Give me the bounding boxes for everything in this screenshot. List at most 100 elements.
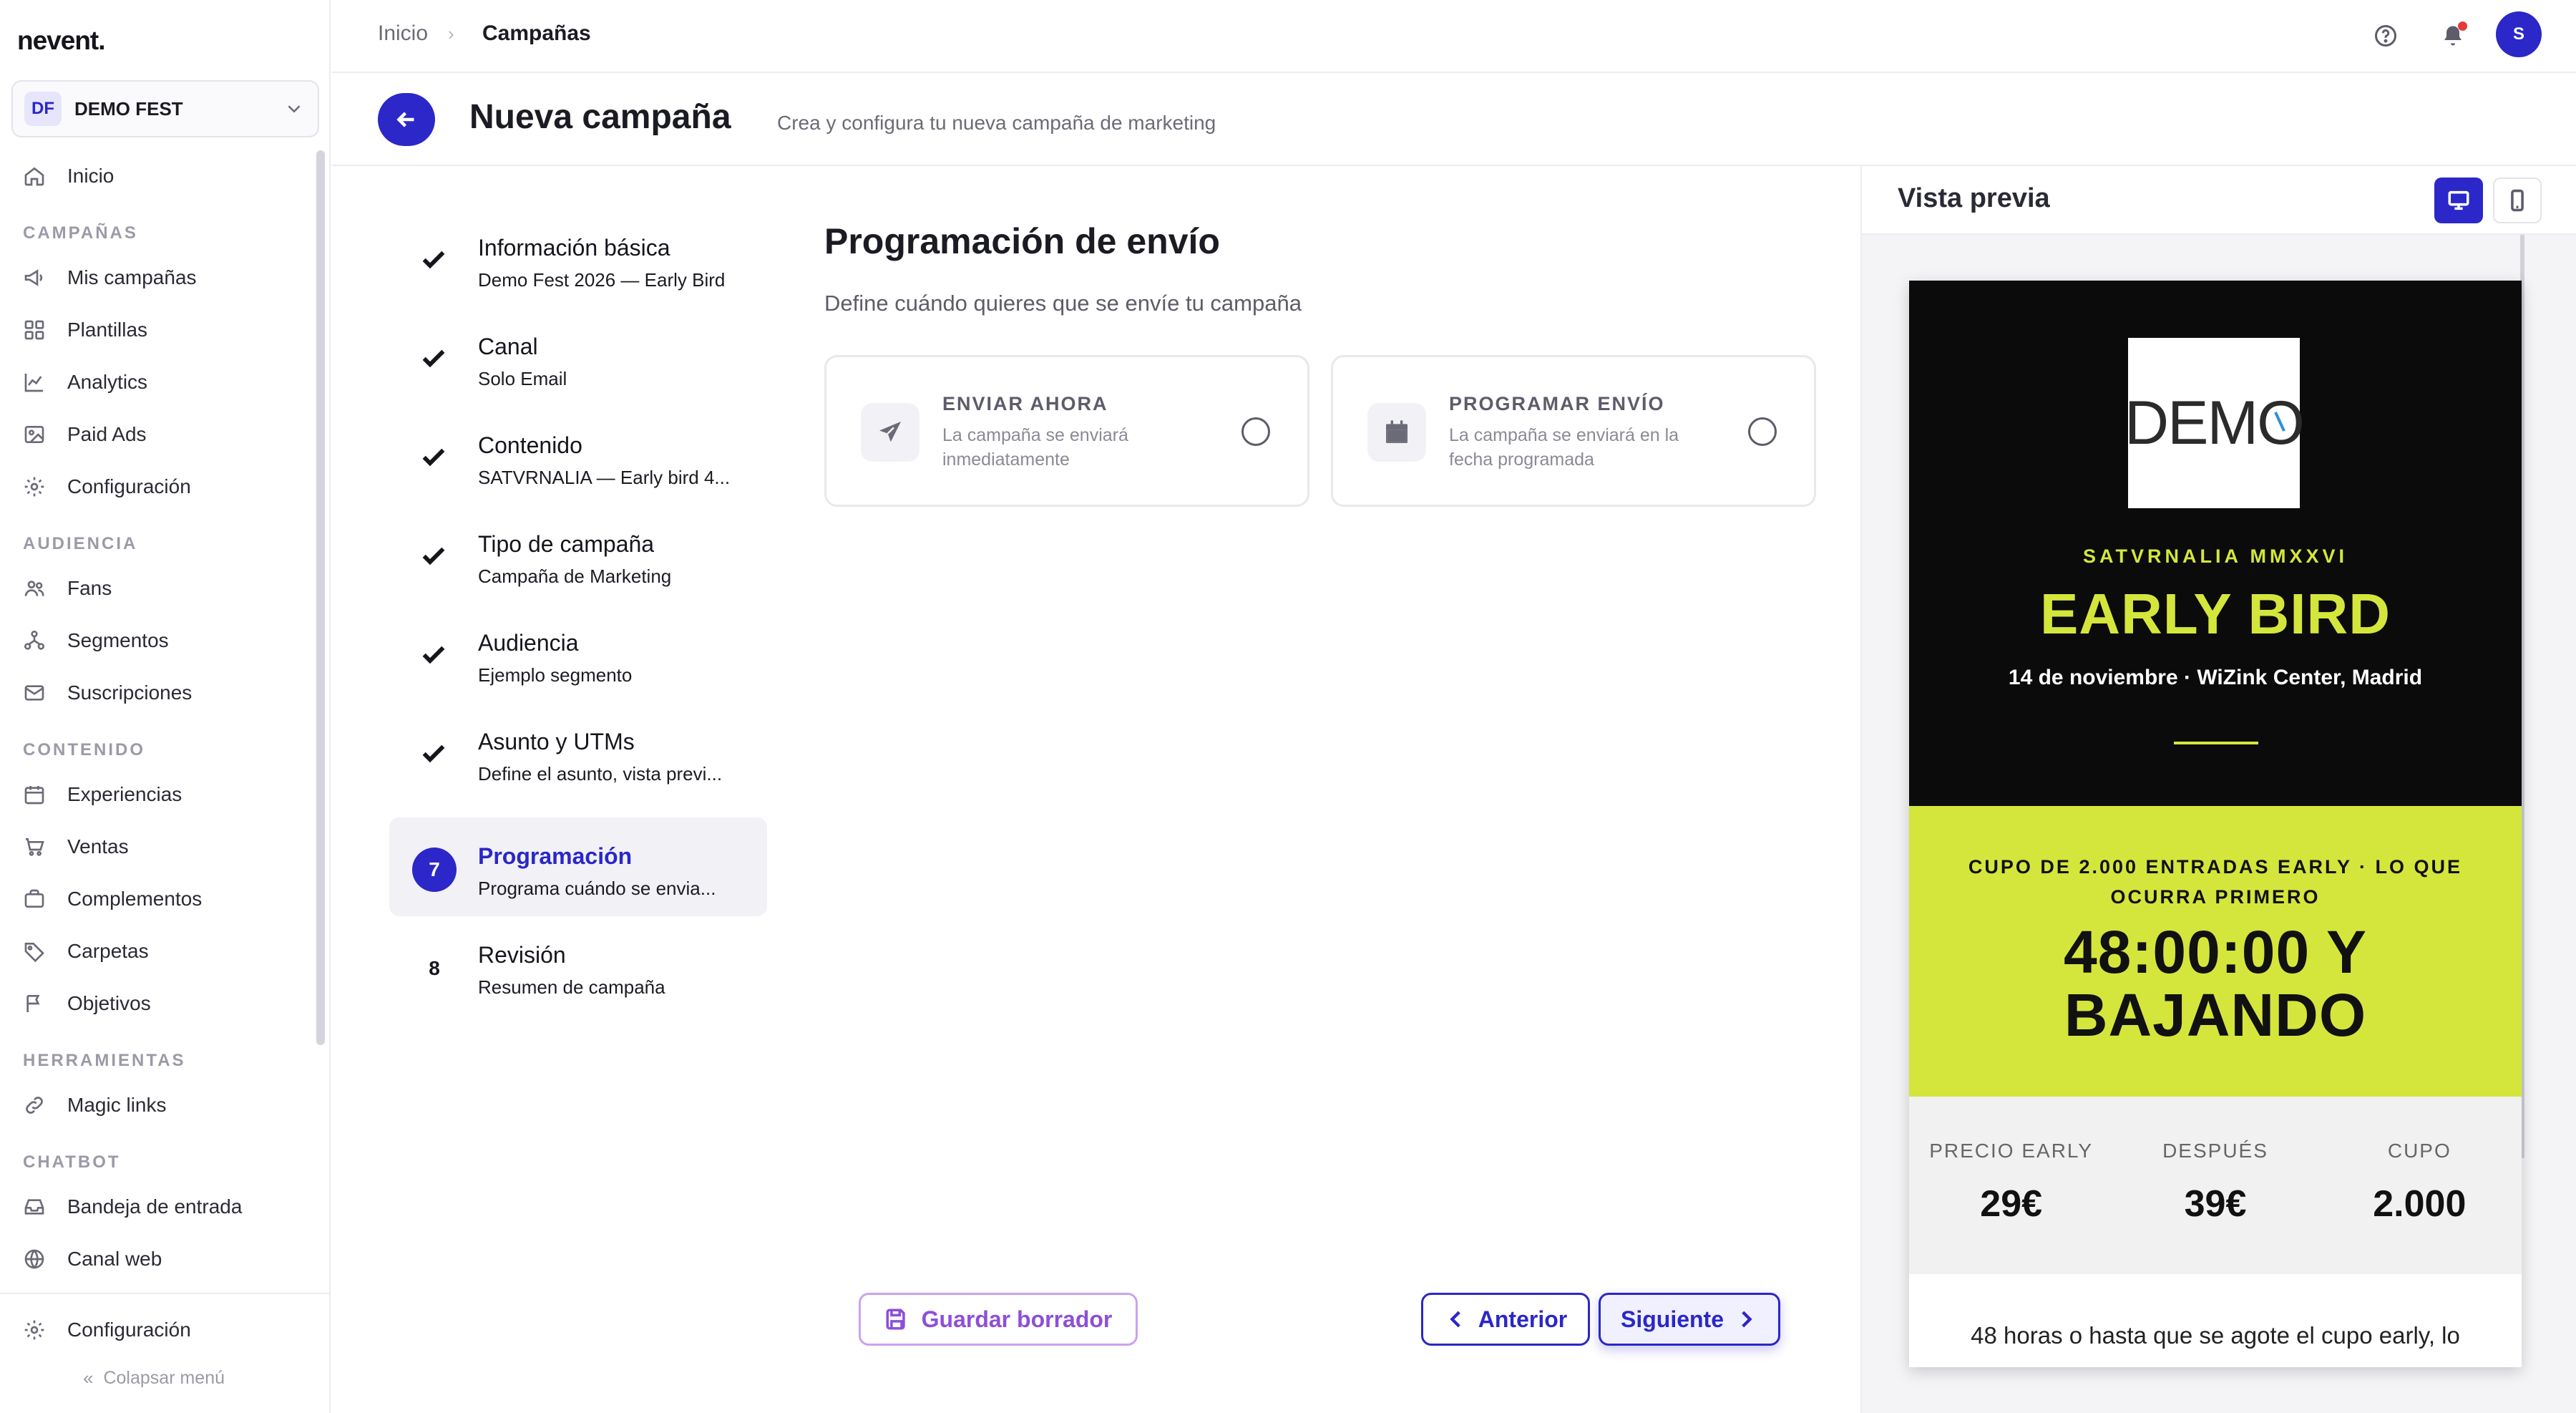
step-subtitle: Ejemplo segmento (478, 664, 633, 686)
preview-panel: Vista previa DEM O SATVRNALIA MMXXVI EARL… (1860, 166, 2576, 1413)
mail-icon (21, 680, 47, 706)
check-icon (416, 341, 451, 375)
email-band-note: CUPO DE 2.000 ENTRADAS EARLY · LO QUE OC… (1968, 856, 2463, 908)
sidebar-item-templates[interactable]: Plantillas (21, 309, 308, 351)
step-title: Asunto y UTMs (478, 729, 635, 754)
avatar[interactable]: S (2496, 11, 2542, 57)
step-subtitle: Demo Fest 2026 — Early Bird (478, 269, 726, 291)
step-content[interactable]: Contenido SATVRNALIA — Early bird 4... (389, 407, 767, 505)
sidebar-item-experiences[interactable]: Experiencias (21, 773, 308, 816)
sidebar-item-fans[interactable]: Fans (21, 567, 308, 610)
page-title: Nueva campaña (469, 98, 731, 136)
collapse-menu-button[interactable]: « Colapsar menú (83, 1367, 225, 1389)
step-basic-info[interactable]: Información básica Demo Fest 2026 — Earl… (389, 209, 767, 308)
email-hero: DEM O SATVRNALIA MMXXVI EARLY BIRD 14 de … (1909, 281, 2522, 806)
megaphone-icon (21, 265, 47, 291)
sidebar-item-label: Suscripciones (67, 681, 192, 704)
sidebar-item-addons[interactable]: Complementos (21, 878, 308, 921)
next-button[interactable]: Siguiente (1599, 1293, 1780, 1346)
help-icon[interactable] (2368, 19, 2403, 53)
sidebar-scrollbar[interactable] (316, 150, 325, 1045)
chevron-right-icon (1742, 1311, 1752, 1328)
mobile-preview-button[interactable] (2493, 178, 2542, 223)
stat-label: DESPUÉS (2162, 1140, 2268, 1162)
cart-icon (21, 834, 47, 860)
sidebar-item-subscriptions[interactable]: Suscripciones (21, 671, 308, 714)
option-description: La campaña se enviará inmediatamente (942, 425, 1128, 470)
radio-schedule-send[interactable] (1748, 417, 1777, 446)
sidebar-item-my-campaigns[interactable]: Mis campañas (21, 256, 308, 299)
previous-button[interactable]: Anterior (1421, 1293, 1590, 1346)
sidebar-item-sales[interactable]: Ventas (21, 825, 308, 868)
sidebar-item-label: Configuración (67, 1319, 191, 1341)
email-logo-text: DEM (2124, 388, 2258, 457)
stat-value: 39€ (2184, 1183, 2247, 1225)
org-badge: DF (24, 92, 62, 126)
section-subtitle: Define cuándo quieres que se envíe tu ca… (824, 291, 1302, 316)
radio-send-now[interactable] (1241, 417, 1270, 446)
sidebar-item-folders[interactable]: Carpetas (21, 930, 308, 973)
step-audience[interactable]: Audiencia Ejemplo segmento (389, 604, 767, 703)
sidebar-item-home[interactable]: Inicio (21, 155, 308, 198)
image-icon (21, 422, 47, 447)
collapse-menu-label: Colapsar menú (103, 1368, 225, 1388)
sidebar-item-analytics[interactable]: Analytics (21, 361, 308, 404)
desktop-preview-button[interactable] (2434, 178, 2483, 223)
breadcrumb-current: Campañas (482, 21, 591, 45)
sidebar-section-audience: AUDIENCIA (23, 534, 138, 553)
sidebar-item-label: Experiencias (67, 783, 182, 805)
sidebar-item-inbox[interactable]: Bandeja de entrada (21, 1185, 308, 1228)
sidebar-item-campaign-settings[interactable]: Configuración (21, 465, 308, 508)
bell-icon[interactable] (2436, 19, 2470, 53)
step-review[interactable]: 8 Revisión Resumen de campaña (389, 916, 767, 1015)
monitor-icon (2448, 190, 2469, 210)
sidebar-item-goals[interactable]: Objetivos (21, 982, 308, 1025)
preview-header: Vista previa (1862, 166, 2576, 235)
org-name: DEMO FEST (74, 97, 183, 120)
smartphone-icon (2511, 189, 2524, 212)
breadcrumb-home[interactable]: Inicio (378, 21, 428, 46)
option-send-now[interactable]: ENVIAR AHORA La campaña se enviará inmed… (824, 355, 1309, 507)
stat-value: 29€ (1980, 1183, 2043, 1225)
option-title: ENVIAR AHORA (942, 393, 1108, 414)
org-switcher[interactable]: DF DEMO FEST (11, 80, 319, 137)
home-icon (21, 163, 47, 189)
stat-quota: CUPO 2.000 (2318, 1097, 2522, 1274)
sidebar-item-label: Magic links (67, 1094, 167, 1116)
step-scheduling[interactable]: 7 Programación Programa cuándo se envia.… (389, 817, 767, 916)
step-title: Programación (478, 843, 633, 869)
save-draft-label: Guardar borrador (921, 1306, 1113, 1332)
step-subject-utms[interactable]: Asunto y UTMs Define el asunto, vista pr… (389, 703, 767, 802)
sidebar-item-settings[interactable]: Configuración (21, 1308, 308, 1351)
sidebar-item-web-channel[interactable]: Canal web (21, 1238, 308, 1281)
gear-icon (21, 474, 47, 500)
tag-icon (21, 938, 47, 964)
app-logo[interactable]: nevent. (17, 26, 106, 56)
stat-label: CUPO (2387, 1140, 2451, 1162)
sidebar-item-label: Carpetas (67, 940, 149, 962)
sidebar-item-segments[interactable]: Segmentos (21, 619, 308, 662)
back-button[interactable] (378, 93, 435, 146)
save-draft-button[interactable]: Guardar borrador (859, 1293, 1138, 1346)
page-header: Nueva campaña Crea y configura tu nueva … (332, 74, 2576, 166)
step-number: 8 (429, 957, 440, 979)
sidebar-section-campaigns: CAMPAÑAS (23, 223, 138, 243)
arrow-left-icon (396, 112, 414, 127)
sidebar-item-label: Configuración (67, 475, 191, 497)
step-title: Revisión (478, 942, 566, 968)
next-label: Siguiente (1620, 1306, 1724, 1332)
sidebar-item-label: Analytics (67, 371, 148, 393)
option-description: La campaña se enviará en la fecha progra… (1449, 425, 1679, 470)
step-subtitle: SATVRNALIA — Early bird 4... (478, 467, 731, 488)
sidebar-divider (0, 1293, 331, 1294)
step-title: Contenido (478, 432, 582, 458)
sidebar-item-label: Inicio (67, 165, 114, 187)
sidebar-item-magic-links[interactable]: Magic links (21, 1084, 308, 1127)
step-campaign-type[interactable]: Tipo de campaña Campaña de Marketing (389, 505, 767, 604)
email-eyebrow: SATVRNALIA MMXXVI (2082, 545, 2348, 567)
sidebar-item-paid-ads[interactable]: Paid Ads (21, 413, 308, 456)
sidebar-item-label: Objetivos (67, 992, 151, 1014)
option-schedule-send[interactable]: PROGRAMAR ENVÍO La campaña se enviará en… (1331, 355, 1816, 507)
email-logo-o: O (2257, 388, 2305, 457)
step-channel[interactable]: Canal Solo Email (389, 308, 767, 407)
